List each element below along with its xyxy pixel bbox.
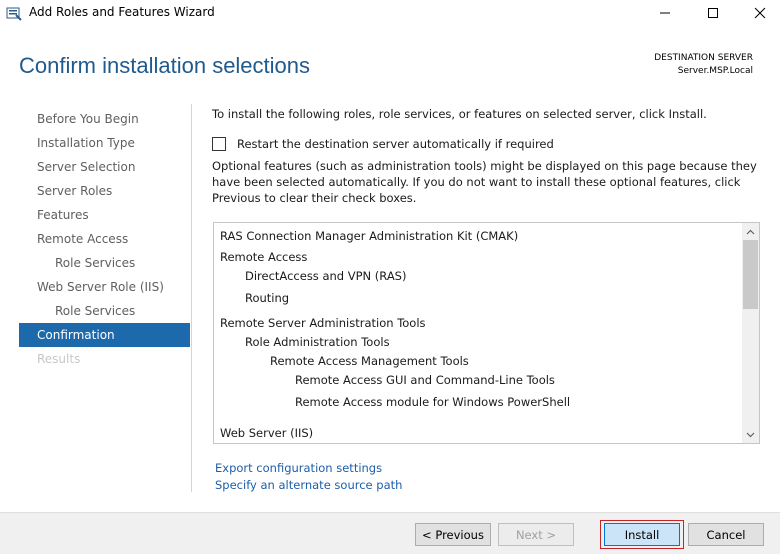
- nav-item-web-server-role[interactable]: Web Server Role (IIS): [19, 275, 190, 299]
- restart-option[interactable]: Restart the destination server automatic…: [212, 136, 554, 152]
- list-scrollbar[interactable]: [742, 223, 759, 443]
- install-button[interactable]: Install: [604, 523, 680, 546]
- minimize-button[interactable]: [642, 0, 688, 26]
- scroll-thumb[interactable]: [743, 240, 758, 309]
- nav-divider: [191, 104, 192, 492]
- close-icon: [754, 7, 766, 19]
- list-item: DirectAccess and VPN (RAS): [245, 269, 407, 283]
- nav-item-remote-access-role-services[interactable]: Role Services: [19, 251, 190, 275]
- page-title: Confirm installation selections: [19, 53, 311, 78]
- cancel-button[interactable]: Cancel: [688, 523, 764, 546]
- alternate-source-path-link[interactable]: Specify an alternate source path: [215, 478, 402, 492]
- maximize-button[interactable]: [690, 0, 736, 26]
- install-instructions: To install the following roles, role ser…: [212, 107, 707, 121]
- nav-item-installation-type[interactable]: Installation Type: [19, 131, 190, 155]
- list-item: RAS Connection Manager Administration Ki…: [220, 229, 519, 243]
- chevron-up-icon: [746, 229, 755, 234]
- list-item: Remote Access GUI and Command-Line Tools: [295, 373, 555, 387]
- nav-item-features[interactable]: Features: [19, 203, 190, 227]
- nav-item-before-you-begin[interactable]: Before You Begin: [19, 107, 190, 131]
- nav-item-web-server-role-services[interactable]: Role Services: [19, 299, 190, 323]
- list-item: Routing: [245, 291, 290, 305]
- nav-item-server-roles[interactable]: Server Roles: [19, 179, 190, 203]
- destination-server-name: Server.MSP.Local: [677, 66, 753, 76]
- close-button[interactable]: [737, 0, 780, 26]
- restart-label[interactable]: Restart the destination server automatic…: [237, 137, 554, 151]
- wizard-nav: Before You Begin Installation Type Serve…: [19, 107, 190, 371]
- list-item: Remote Access: [220, 250, 308, 264]
- optional-features-note: Optional features (such as administratio…: [212, 159, 757, 205]
- title-bar: Add Roles and Features Wizard: [0, 0, 780, 26]
- nav-item-server-selection[interactable]: Server Selection: [19, 155, 190, 179]
- list-item: Web Server (IIS): [220, 426, 314, 440]
- chevron-down-icon: [746, 432, 755, 437]
- nav-item-results: Results: [37, 352, 81, 366]
- minimize-icon: [660, 12, 670, 14]
- next-button: Next >: [498, 523, 574, 546]
- destination-server-label: DESTINATION SERVER: [654, 53, 753, 63]
- nav-item-remote-access[interactable]: Remote Access: [19, 227, 190, 251]
- list-item: Role Administration Tools: [245, 335, 390, 349]
- list-item: Remote Access module for Windows PowerSh…: [295, 395, 571, 409]
- content-panel: To install the following roles, role ser…: [212, 107, 760, 205]
- list-item: Remote Access Management Tools: [270, 354, 469, 368]
- previous-button[interactable]: < Previous: [415, 523, 491, 546]
- list-item: Remote Server Administration Tools: [220, 316, 426, 330]
- window-title: Add Roles and Features Wizard: [29, 5, 215, 19]
- nav-item-confirmation[interactable]: Confirmation: [19, 323, 190, 347]
- selections-list[interactable]: RAS Connection Manager Administration Ki…: [213, 222, 760, 444]
- maximize-icon: [708, 8, 718, 18]
- server-manager-icon: [6, 5, 22, 21]
- restart-checkbox[interactable]: [212, 137, 226, 151]
- scroll-down-button[interactable]: [742, 426, 759, 443]
- export-configuration-link[interactable]: Export configuration settings: [215, 461, 382, 475]
- scroll-up-button[interactable]: [742, 223, 759, 240]
